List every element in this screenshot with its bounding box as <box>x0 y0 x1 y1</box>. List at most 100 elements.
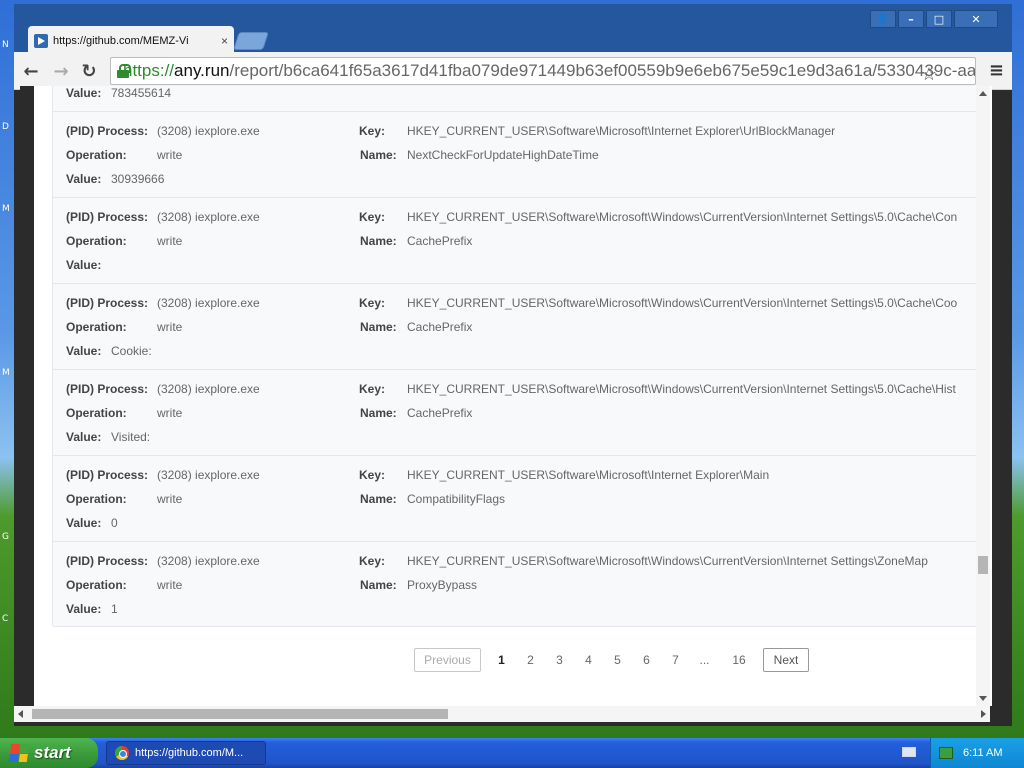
pagination: Previous 1 2 3 4 5 6 7 ... 16 Next <box>414 648 809 672</box>
name-label: Name: <box>360 148 397 162</box>
desktop-icon-label[interactable]: N <box>2 40 9 50</box>
process-value: (3208) iexplore.exe <box>157 124 260 138</box>
operation-value: write <box>157 578 183 592</box>
vertical-scrollbar[interactable] <box>976 86 990 706</box>
page-number-1[interactable]: 1 <box>487 653 516 667</box>
tab-title: https://github.com/MEMZ-Vi <box>53 35 189 47</box>
operation-label: Operation: <box>66 148 127 162</box>
system-tray: 6:11 AM <box>930 738 1024 768</box>
title-bar[interactable]: https://github.com/MEMZ-Vi × 👤 – □ ✕ <box>14 4 1012 56</box>
key-label: Key: <box>359 124 386 138</box>
key-value: HKEY_CURRENT_USER\Software\Microsoft\Win… <box>407 210 958 224</box>
name-label: Name: <box>360 234 397 248</box>
name-value: CompatibilityFlags <box>407 492 506 506</box>
operation-label: Operation: <box>66 492 127 506</box>
start-label: start <box>34 743 71 762</box>
operation-value: write <box>157 406 183 420</box>
process-value: (3208) iexplore.exe <box>157 210 260 224</box>
name-label: Name: <box>360 578 397 592</box>
address-bar[interactable]: https://any.run/report/b6ca641f65a3617d4… <box>110 57 976 85</box>
operation-value: write <box>157 320 183 334</box>
horizontal-scroll-thumb[interactable] <box>32 709 448 719</box>
desktop-icon-label[interactable]: D <box>2 122 9 132</box>
scroll-up-arrow-icon[interactable] <box>979 91 987 96</box>
name-value: CachePrefix <box>407 234 473 248</box>
page-number-5[interactable]: 5 <box>603 653 632 667</box>
previous-page-button[interactable]: Previous <box>414 648 481 672</box>
operation-label: Operation: <box>66 320 127 334</box>
value-text: Cookie: <box>111 344 152 358</box>
profile-button[interactable]: 👤 <box>870 10 896 28</box>
keyboard-icon[interactable] <box>902 747 916 757</box>
value-label: Value: <box>66 172 102 186</box>
key-value: HKEY_CURRENT_USER\Software\Microsoft\Win… <box>407 296 958 310</box>
page-left-edge <box>20 86 34 706</box>
process-label: (PID) Process: <box>66 382 149 396</box>
url-path: /report/b6ca641f65a3617d41fba079de971449… <box>229 61 976 80</box>
page-number-16[interactable]: 16 <box>719 653 759 667</box>
value-text: 0 <box>111 516 118 530</box>
start-button[interactable]: start <box>0 738 98 768</box>
key-value: HKEY_CURRENT_USER\Software\Microsoft\Win… <box>407 382 956 396</box>
network-icon[interactable] <box>939 747 953 759</box>
desktop-icon-label[interactable]: M <box>2 368 10 378</box>
name-value: ProxyBypass <box>407 578 478 592</box>
operation-value: write <box>157 492 183 506</box>
forward-icon[interactable]: → <box>50 60 72 82</box>
page-number-2[interactable]: 2 <box>516 653 545 667</box>
name-label: Name: <box>360 492 397 506</box>
next-page-button[interactable]: Next <box>763 648 809 672</box>
name-value: NextCheckForUpdateHighDateTime <box>407 148 599 162</box>
desktop-icon-label[interactable]: M <box>2 204 10 214</box>
scroll-left-arrow-icon[interactable] <box>18 710 23 718</box>
desktop-icon-label[interactable]: G <box>2 532 9 542</box>
value-label: Value: <box>66 602 102 616</box>
new-tab-button[interactable] <box>233 32 269 50</box>
value-label: Value: <box>66 344 102 358</box>
value-text: 30939666 <box>111 172 165 186</box>
operation-label: Operation: <box>66 406 127 420</box>
operation-label: Operation: <box>66 578 127 592</box>
key-label: Key: <box>359 554 386 568</box>
process-value: (3208) iexplore.exe <box>157 382 260 396</box>
table-row: (PID) Process: (3208) iexplore.exe Opera… <box>53 541 983 627</box>
close-window-button[interactable]: ✕ <box>954 10 998 28</box>
process-label: (PID) Process: <box>66 124 149 138</box>
process-label: (PID) Process: <box>66 468 149 482</box>
vertical-scroll-thumb[interactable] <box>978 556 988 574</box>
close-tab-icon[interactable]: × <box>221 34 228 48</box>
windows-logo-icon <box>8 744 30 762</box>
table-row: (PID) Process: (3208) iexplore.exe Opera… <box>53 455 983 541</box>
key-label: Key: <box>359 210 386 224</box>
bookmark-star-icon[interactable]: ☆ <box>921 64 937 84</box>
key-value: HKEY_CURRENT_USER\Software\Microsoft\Win… <box>407 554 928 568</box>
browser-toolbar: ← → ↻ https://any.run/report/b6ca641f65a… <box>14 52 1012 90</box>
table-row: (PID) Process: (3208) iexplore.exe Opera… <box>53 111 983 197</box>
table-row: (PID) Process: (3208) iexplore.exe Opera… <box>53 197 983 283</box>
page-number-3[interactable]: 3 <box>545 653 574 667</box>
key-value: HKEY_CURRENT_USER\Software\Microsoft\Int… <box>407 468 770 482</box>
back-icon[interactable]: ← <box>20 60 42 82</box>
taskbar-chrome-window[interactable]: https://github.com/M... <box>106 741 266 765</box>
maximize-button[interactable]: □ <box>926 10 952 28</box>
page-number-6[interactable]: 6 <box>632 653 661 667</box>
table-row: (PID) Process: (3208) iexplore.exe Opera… <box>53 283 983 369</box>
process-value: (3208) iexplore.exe <box>157 468 260 482</box>
clock[interactable]: 6:11 AM <box>963 747 1003 759</box>
name-label: Name: <box>360 320 397 334</box>
process-label: (PID) Process: <box>66 296 149 310</box>
key-label: Key: <box>359 382 386 396</box>
scroll-down-arrow-icon[interactable] <box>979 696 987 701</box>
page-number-4[interactable]: 4 <box>574 653 603 667</box>
value-label: Value: <box>66 516 102 530</box>
horizontal-scrollbar[interactable] <box>14 706 990 722</box>
operation-value: write <box>157 234 183 248</box>
chrome-icon <box>115 746 129 760</box>
minimize-button[interactable]: – <box>898 10 924 28</box>
scroll-right-arrow-icon[interactable] <box>981 710 986 718</box>
menu-icon[interactable]: ≡ <box>989 60 1004 81</box>
url-host: any.run <box>174 61 230 80</box>
reload-icon[interactable]: ↻ <box>78 60 100 82</box>
desktop-icon-label[interactable]: C <box>2 614 8 624</box>
page-number-7[interactable]: 7 <box>661 653 690 667</box>
